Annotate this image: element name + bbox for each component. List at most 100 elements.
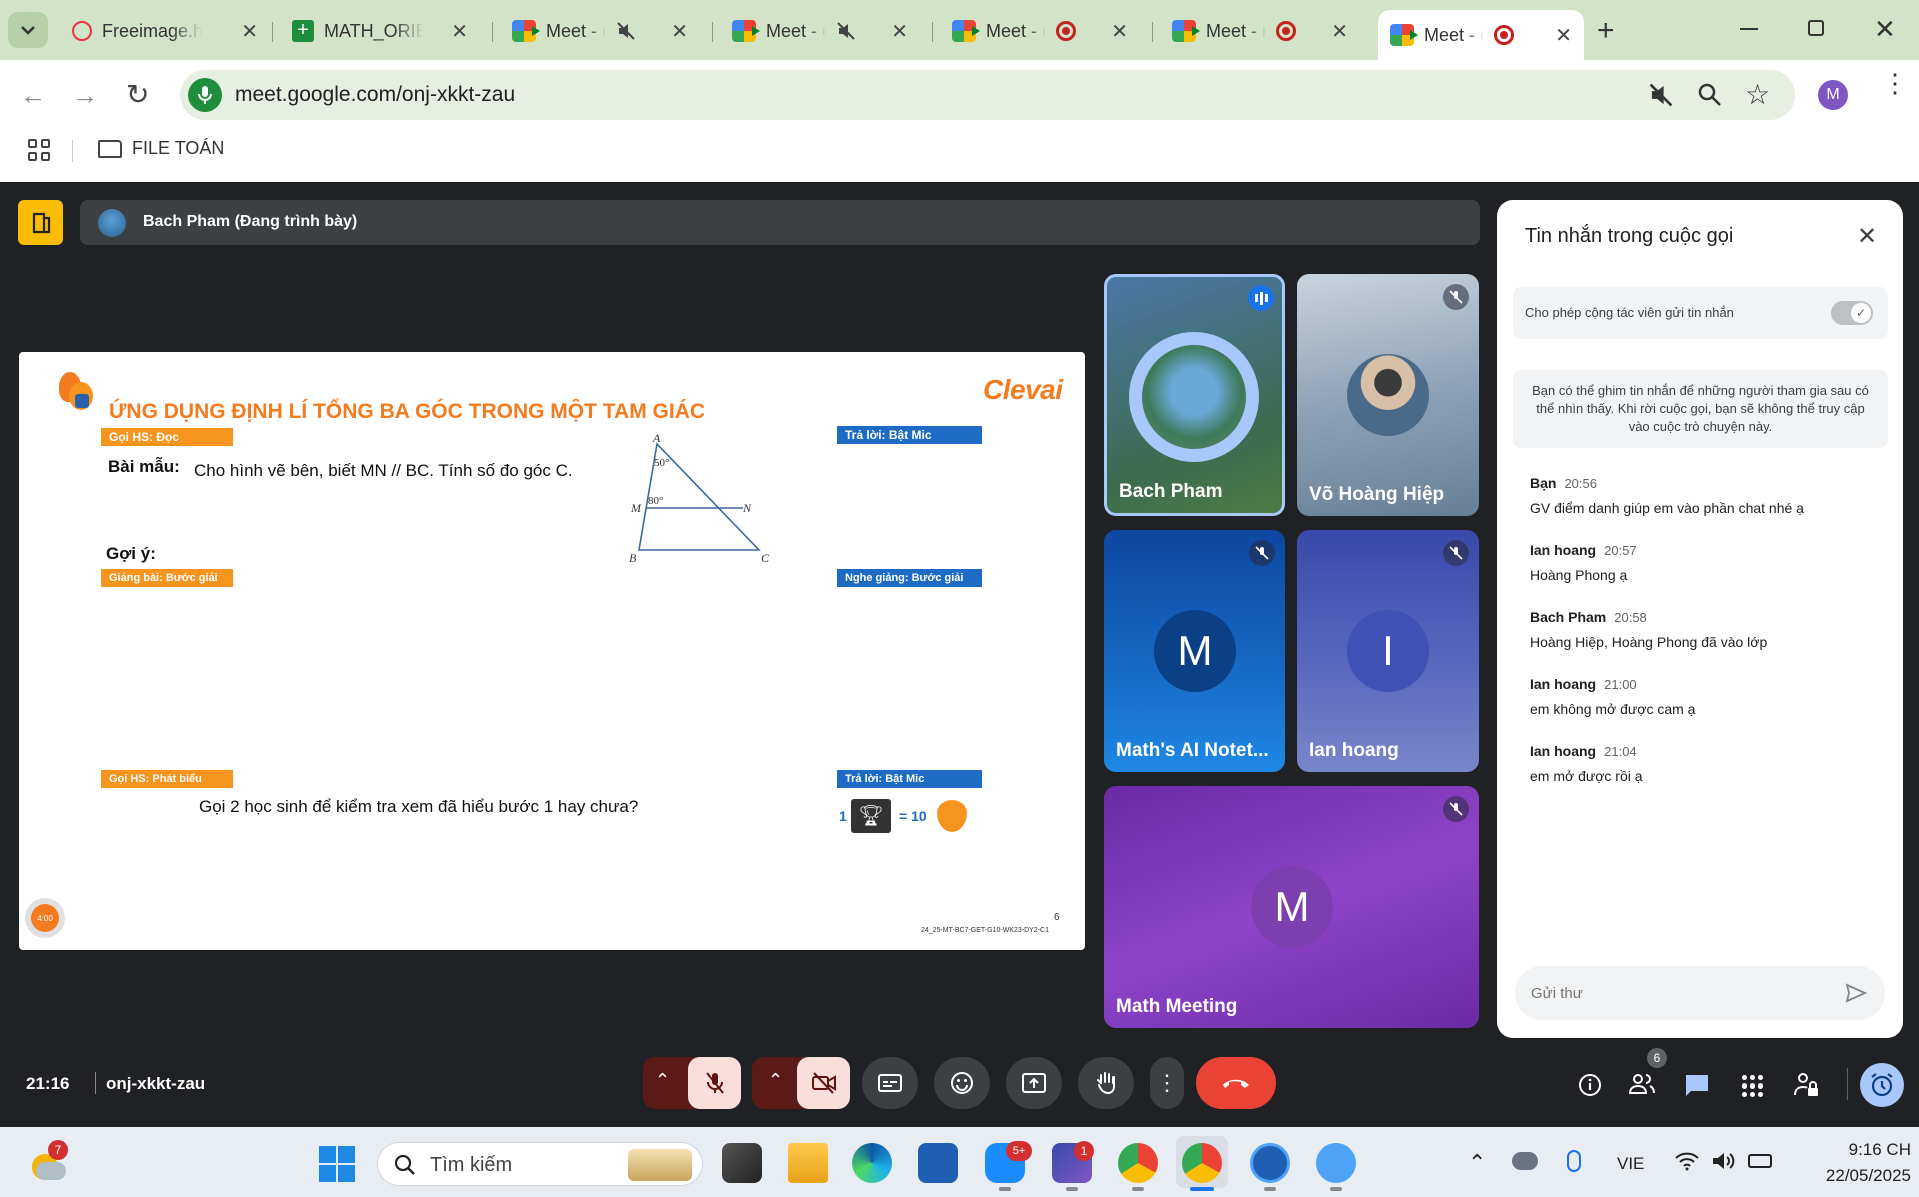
edge-icon[interactable] [852,1143,892,1183]
close-window-button[interactable]: ✕ [1874,14,1896,45]
end-call-icon [1223,1079,1249,1088]
present-screen-button[interactable] [1006,1057,1062,1109]
show-hidden-icons[interactable]: ⌃ [1468,1150,1486,1176]
close-icon[interactable]: ✕ [241,19,258,44]
close-chat-button[interactable]: ✕ [1857,222,1877,251]
tab-meet-cip[interactable]: Meet - cip ✕ [720,10,920,52]
close-icon[interactable]: ✕ [451,19,468,44]
restore-button[interactable] [1808,20,1824,36]
participant-name: Ian hoang [1309,740,1399,761]
mic-off-icon [705,1072,724,1094]
timer-badge: 4:00 [25,898,65,938]
participant-tile-math-meeting[interactable]: M Math Meeting [1104,786,1479,1028]
recording-icon [1276,21,1296,41]
microphone-tray-icon[interactable] [1567,1150,1581,1172]
sheets-icon: + [292,20,314,42]
volume-icon[interactable] [1711,1150,1735,1172]
participant-name: Math's AI Notet... [1116,740,1269,761]
reload-button[interactable]: ↻ [126,78,149,111]
video-options-button[interactable]: ⌃ [768,1070,783,1091]
clock-date[interactable]: 22/05/2025 [1790,1166,1911,1186]
chrome-profile-m-icon[interactable] [1182,1143,1222,1183]
zalo-badge: 5+ [1006,1141,1032,1161]
chrome-profile-b-icon[interactable] [1118,1143,1158,1183]
tab-freeimage[interactable]: Freeimage.host ✕ [60,10,270,52]
close-icon[interactable]: ✕ [891,19,908,44]
close-icon[interactable]: ✕ [671,19,688,44]
meeting-code: onj-xkkt-zau [106,1074,206,1093]
muted-speaker-icon[interactable] [1648,82,1674,108]
chat-input[interactable] [1531,981,1831,1005]
presenter-label: Bach Pham (Đang trình bày) [143,213,358,230]
running-indicator [1066,1187,1078,1191]
store-icon[interactable] [918,1143,958,1183]
participant-tile-bach-pham[interactable]: Bach Pham [1104,274,1285,516]
question-text: Gọi 2 học sinh để kiểm tra xem đã hiểu b… [199,797,639,816]
site-mic-icon[interactable] [188,78,222,112]
clock-app-icon[interactable] [1250,1143,1290,1183]
phone-app-icon[interactable] [1316,1143,1356,1183]
activities-button[interactable] [1742,1075,1764,1097]
profile-avatar[interactable]: M [1818,80,1848,110]
reactions-button[interactable] [934,1057,990,1109]
apps-grid-icon[interactable] [28,139,50,161]
url-text: meet.google.com/onj-xkkt-zau [235,83,516,106]
meeting-details-icon[interactable] [1578,1073,1602,1097]
running-indicator [1132,1187,1144,1191]
tab-math-orient[interactable]: + MATH_ORIENT ✕ [280,10,480,52]
close-icon[interactable]: ✕ [1555,23,1572,48]
more-options-button[interactable]: ⋮ [1150,1057,1184,1109]
clock-time[interactable]: 9:16 CH [1800,1140,1911,1160]
chat-panel: Tin nhắn trong cuộc gọi ✕ Cho phép cộng … [1497,200,1903,1038]
zoom-icon[interactable] [1697,82,1723,108]
send-icon[interactable] [1845,982,1867,1004]
participant-tile-ian-hoang[interactable]: I Ian hoang [1297,530,1479,772]
angle-m-label: 80° [648,495,663,507]
close-icon[interactable]: ✕ [1331,19,1348,44]
captions-button[interactable] [862,1057,918,1109]
allow-messages-toggle[interactable]: ✓ [1831,301,1873,325]
chat-button[interactable] [1684,1073,1710,1097]
language-indicator[interactable]: VIE [1617,1154,1644,1174]
host-controls-button[interactable] [1794,1071,1820,1099]
tab-search-button[interactable] [8,12,48,48]
start-button[interactable] [319,1146,355,1182]
tab-meet-cpr[interactable]: Meet - cpr ✕ [500,10,700,52]
taskbar-search[interactable]: Tìm kiếm [377,1142,703,1186]
participant-tile-vo-hoang-hiep[interactable]: Võ Hoàng Hiệp [1297,274,1479,516]
meet-icon [952,20,980,42]
browser-menu-icon[interactable]: ⋮ [1882,70,1908,96]
bookmark-star-icon[interactable]: ☆ [1745,78,1770,111]
chat-message: Bạn 20:56 GV điểm danh giúp em vào phần c… [1530,475,1804,516]
meet-icon [512,20,540,42]
toggle-camera-button[interactable] [797,1057,850,1109]
chat-icon [1686,1075,1708,1096]
battery-icon[interactable] [1748,1154,1772,1168]
task-view-icon[interactable] [722,1143,762,1183]
toggle-mic-button[interactable] [688,1057,741,1109]
tab-meet-dg[interactable]: Meet - dg ✕ [940,10,1140,52]
companion-clock-button[interactable] [1860,1063,1904,1107]
people-button[interactable] [1628,1073,1658,1099]
angle-a-label: 50° [654,457,669,469]
forward-button[interactable]: → [72,80,98,111]
wifi-icon[interactable] [1674,1151,1700,1171]
presentation-toggle-button[interactable] [18,200,63,245]
leave-call-button[interactable] [1196,1057,1276,1109]
close-icon[interactable]: ✕ [1111,19,1128,44]
minimize-button[interactable] [1740,28,1758,30]
avatar: M [1251,866,1333,948]
file-explorer-icon[interactable] [788,1143,828,1183]
tab-meet-onj-active[interactable]: Meet - onj ✕ [1378,10,1584,60]
participant-name: Võ Hoàng Hiệp [1309,484,1445,505]
bookmark-folder-file-toan[interactable]: FILE TOÁN [98,138,224,159]
participant-tile-math-ai-notetaker[interactable]: M Math's AI Notet... [1104,530,1285,772]
tag-speak: Gọi HS: Phát biểu [101,770,233,788]
raise-hand-button[interactable] [1078,1057,1134,1109]
new-tab-button[interactable]: + [1597,14,1615,48]
tab-meet-mf[interactable]: Meet - mf ✕ [1160,10,1360,52]
back-button[interactable]: ← [20,80,46,111]
network-error-icon[interactable] [1512,1152,1538,1170]
present-layout-icon [32,212,50,233]
audio-options-button[interactable]: ⌃ [655,1070,670,1091]
